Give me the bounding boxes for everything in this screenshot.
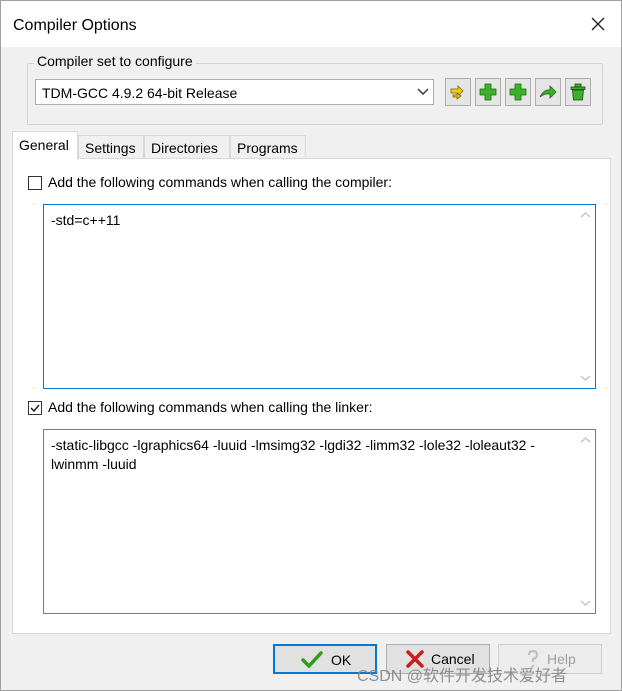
compiler-commands-scrollbar[interactable] [577,206,594,387]
linker-commands-text: -static-libgcc -lgraphics64 -luuid -lmsi… [51,437,535,472]
tab-label: General [19,137,69,153]
compiler-commands-checkbox[interactable] [28,176,42,190]
find-compilers-button[interactable] [445,78,471,106]
dialog-window: Compiler Options Compiler set to configu… [0,0,622,691]
add-compiler-folder-button[interactable] [505,78,531,106]
compiler-set-combobox[interactable]: TDM-GCC 4.9.2 64-bit Release [35,79,434,105]
general-tab-panel: Add the following commands when calling … [12,158,611,634]
compiler-commands-textarea[interactable]: -std=c++11 [43,204,596,389]
tab-general[interactable]: General [12,131,78,160]
add-compiler-folder-icon [509,83,527,101]
compiler-set-selected: TDM-GCC 4.9.2 64-bit Release [42,85,238,101]
rename-icon [539,85,557,99]
compiler-set-legend: Compiler set to configure [34,53,196,69]
scroll-down-icon[interactable] [580,599,591,607]
tab-directories[interactable]: Directories [144,135,230,159]
title-bar[interactable]: Compiler Options [1,1,621,47]
scroll-up-icon[interactable] [580,436,591,444]
add-compiler-icon [479,83,497,101]
delete-icon [570,83,586,101]
tab-settings[interactable]: Settings [78,135,144,159]
checkmark-icon [30,404,40,413]
linker-commands-checkbox[interactable] [28,401,42,415]
tab-label: Directories [151,140,218,156]
compiler-commands-text: -std=c++11 [51,212,121,228]
find-compilers-icon [450,85,464,100]
linker-commands-label: Add the following commands when calling … [48,399,373,415]
scroll-up-icon[interactable] [580,211,591,219]
compiler-commands-label: Add the following commands when calling … [48,174,392,190]
close-icon[interactable] [589,15,607,33]
chevron-down-icon [417,88,429,95]
linker-commands-scrollbar[interactable] [577,431,594,612]
checkmark-icon [301,651,323,669]
tab-label: Programs [237,140,298,156]
tab-programs[interactable]: Programs [230,135,306,159]
watermark: CSDN @软件开发技术爱好者 [357,668,568,685]
window-title: Compiler Options [13,17,137,34]
scroll-down-icon[interactable] [580,374,591,382]
ok-label: OK [331,652,352,668]
tab-label: Settings [85,140,136,156]
delete-compiler-button[interactable] [565,78,591,106]
rename-compiler-button[interactable] [535,78,561,106]
linker-commands-textarea[interactable]: -static-libgcc -lgraphics64 -luuid -lmsi… [43,429,596,614]
add-compiler-button[interactable] [475,78,501,106]
